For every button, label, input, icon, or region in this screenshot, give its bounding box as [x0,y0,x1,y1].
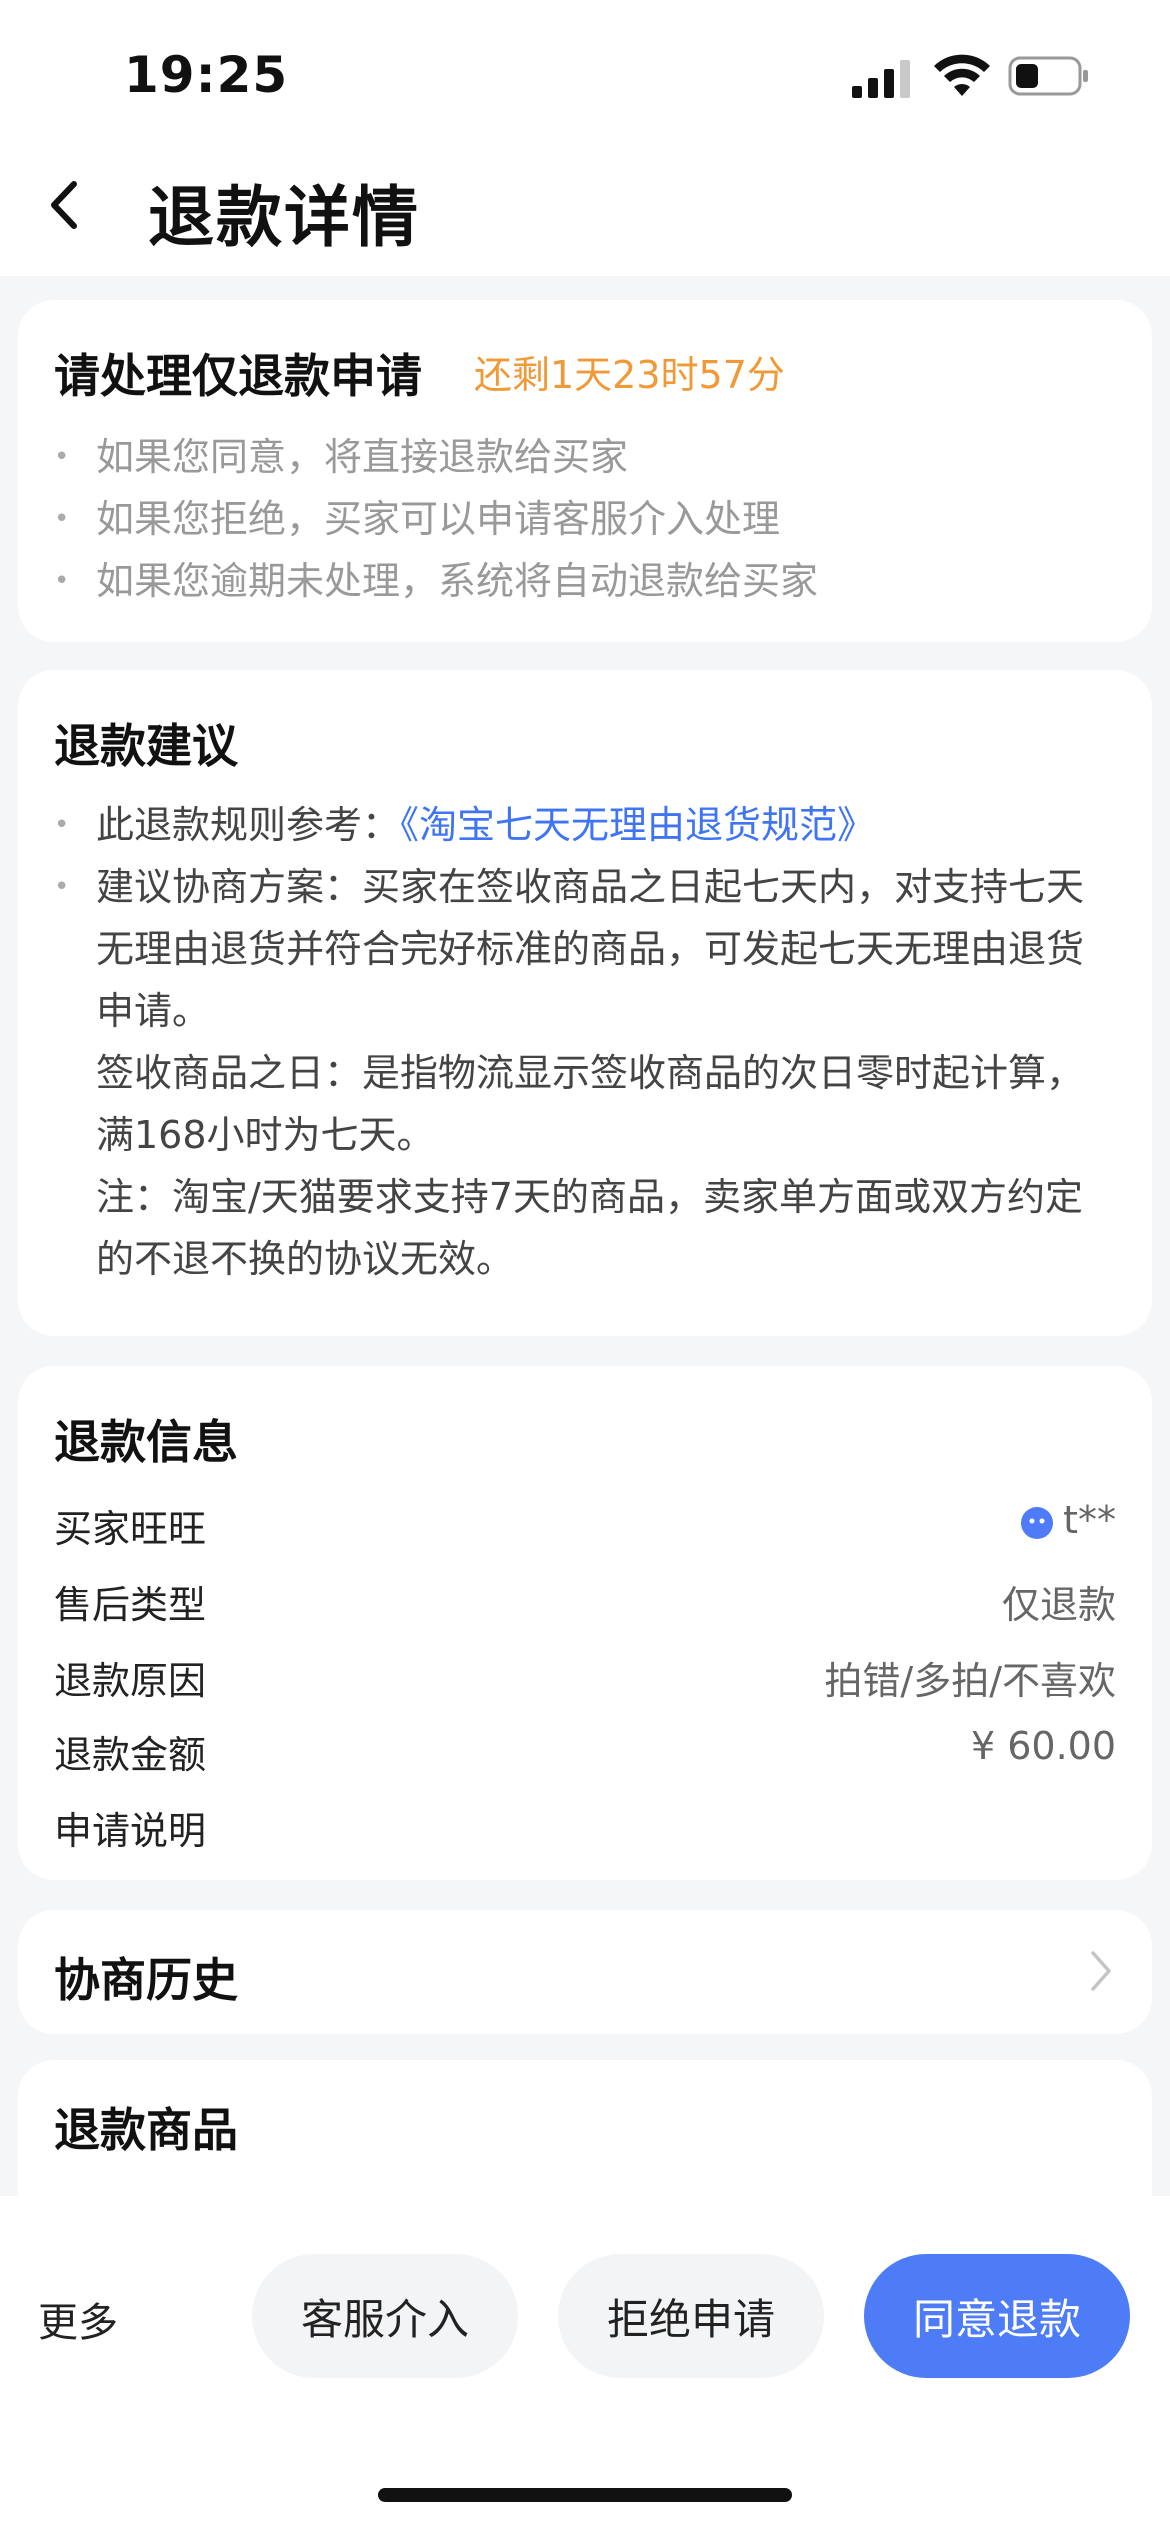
page-title: 退款详情 [148,179,420,256]
process-bullet: 如果您同意，将直接退款给买家 [54,426,1116,488]
customer-service-button[interactable]: 客服介入 [252,2254,518,2378]
note-text: 注：淘宝/天猫要求支持7天的商品，卖家单方面或双方约定的不退不换的协议无效。 [96,1175,1083,1281]
info-card-title: 退款信息 [54,1415,238,1469]
advice-text: 建议协商方案：买家在签收商品之日起七天内，对支持七天无理由退货并符合完好标准的商… [96,865,1085,1033]
rule-link[interactable]: 《淘宝七天无理由退货规范》 [400,803,875,847]
battery-icon [1008,56,1088,96]
advice-bullet: 建议协商方案：买家在签收商品之日起七天内，对支持七天无理由退货并符合完好标准的商… [54,856,1116,1290]
process-bullet: 如果您逾期未处理，系统将自动退款给买家 [54,550,1116,612]
advice-card-title: 退款建议 [54,719,238,773]
info-label: 退款原因 [54,1659,207,1703]
countdown-timer: 还剩1天23时57分 [474,353,785,397]
info-label: 买家旺旺 [54,1507,207,1551]
negotiation-history-card[interactable]: 协商历史 [18,1910,1152,2034]
refund-goods-card: 退款商品 [18,2060,1152,2200]
refund-advice-card: 退款建议 此退款规则参考：《淘宝七天无理由退货规范》 建议协商方案：买家在签收商… [18,670,1152,1336]
info-row-buyer: 买家旺旺 t** [54,1498,1116,1558]
status-time: 19:25 [124,46,289,104]
wifi-icon [934,54,990,96]
info-value: 拍错/多拍/不喜欢 [824,1659,1116,1703]
wangwang-chat-icon[interactable] [1020,1506,1054,1540]
home-indicator [378,2488,792,2502]
more-button[interactable]: 更多 [38,2290,118,2348]
process-card-title: 请处理仅退款申请 [54,349,422,403]
cellular-signal-icon [852,60,910,98]
info-value: 仅退款 [1001,1583,1116,1627]
buyer-id[interactable]: t** [1063,1498,1116,1542]
info-label: 售后类型 [54,1583,207,1627]
history-card-title: 协商历史 [54,1953,238,2007]
advice-bullet-list: 此退款规则参考：《淘宝七天无理由退货规范》 建议协商方案：买家在签收商品之日起七… [54,794,1116,1290]
rule-prefix: 此退款规则参考： [96,803,401,847]
refund-info-card: 退款信息 买家旺旺 t** 售后类型 仅退款 退款原因 拍错/多拍/不喜欢 退款… [18,1366,1152,1880]
info-label: 退款金额 [54,1733,207,1777]
info-label: 申请说明 [54,1809,207,1853]
info-row-type: 售后类型 仅退款 [54,1574,1116,1634]
chevron-right-icon [1091,1951,1111,1991]
process-request-card: 请处理仅退款申请 还剩1天23时57分 如果您同意，将直接退款给买家 如果您拒绝… [18,300,1152,642]
back-arrow-icon[interactable] [42,170,86,240]
refund-amount: ¥ 60.00 [970,1724,1116,1768]
info-row-note: 申请说明 [54,1800,1116,1860]
status-bar: 19:25 [0,0,1170,150]
sign-date-text: 签收商品之日：是指物流显示签收商品的次日零时起计算，满168小时为七天。 [96,1051,1085,1157]
goods-card-title: 退款商品 [54,2103,238,2157]
process-bullet: 如果您拒绝，买家可以申请客服介入处理 [54,488,1116,550]
info-row-reason: 退款原因 拍错/多拍/不喜欢 [54,1650,1116,1710]
process-bullet-list: 如果您同意，将直接退款给买家 如果您拒绝，买家可以申请客服介入处理 如果您逾期未… [54,426,1116,612]
rule-reference-bullet: 此退款规则参考：《淘宝七天无理由退货规范》 [54,794,1116,856]
reject-request-button[interactable]: 拒绝申请 [558,2254,824,2378]
agree-refund-button[interactable]: 同意退款 [864,2254,1130,2378]
info-row-amount: 退款金额 ¥ 60.00 [54,1724,1116,1784]
